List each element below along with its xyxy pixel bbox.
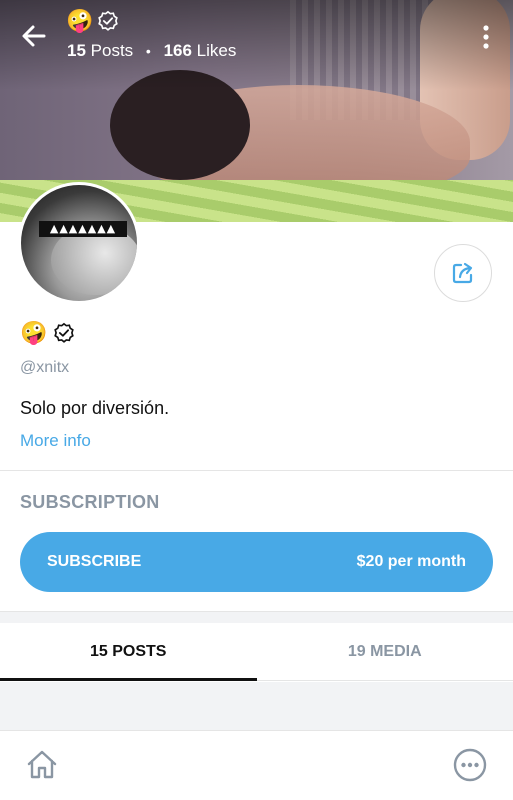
share-icon (452, 262, 473, 284)
posts-feed-area (0, 682, 513, 730)
subscription-price: $20 per month (356, 553, 466, 570)
home-icon (27, 750, 57, 779)
avatar-image: ▲▲▲▲▲▲▲ (21, 185, 137, 301)
likes-label: Likes (196, 41, 237, 60)
avatar[interactable]: ▲▲▲▲▲▲▲ (18, 182, 140, 304)
profile-name-emoji: 🤪 (20, 320, 48, 345)
header-title: 🤪 (66, 10, 119, 32)
profile-tabs: 15 POSTS 19 MEDIA (0, 623, 513, 681)
posts-label: Posts (90, 41, 134, 60)
profile-bio: Solo por diversión. (20, 398, 170, 418)
section-separator (0, 611, 513, 623)
more-horizontal-icon (453, 748, 487, 782)
header-stats: 15 Posts • 166 Likes (67, 41, 236, 61)
home-button[interactable] (24, 747, 60, 783)
vertical-dots-icon (483, 25, 489, 49)
stats-separator: • (145, 43, 151, 59)
name-emoji: 🤪 (66, 8, 94, 33)
avatar-censor-bar: ▲▲▲▲▲▲▲ (39, 221, 127, 237)
subscription-heading: SUBSCRIPTION (20, 492, 160, 512)
subscribe-label: SUBSCRIBE (47, 553, 142, 570)
tab-posts[interactable]: 15 POSTS (0, 623, 257, 681)
verified-badge-icon (54, 322, 75, 343)
profile-handle: @xnitx (20, 359, 70, 376)
bottom-navigation-bar (0, 730, 513, 800)
divider (0, 470, 513, 471)
verified-badge-icon (98, 10, 119, 31)
back-button[interactable] (18, 20, 50, 52)
arrow-left-icon (22, 25, 46, 47)
more-menu-button[interactable] (452, 747, 488, 783)
posts-count: 15 (67, 41, 86, 60)
likes-count: 166 (163, 41, 192, 60)
more-options-button[interactable] (474, 22, 498, 52)
profile-name: 🤪 (20, 322, 75, 344)
share-button[interactable] (434, 244, 492, 302)
profile-page: 🤪 15 Posts • 166 Likes ▲▲▲▲▲▲▲ 🤪 @xnitx … (0, 0, 513, 800)
subscribe-button[interactable]: SUBSCRIBE $20 per month (20, 532, 493, 592)
tab-media[interactable]: 19 MEDIA (257, 623, 513, 680)
more-info-link[interactable]: More info (20, 431, 91, 451)
